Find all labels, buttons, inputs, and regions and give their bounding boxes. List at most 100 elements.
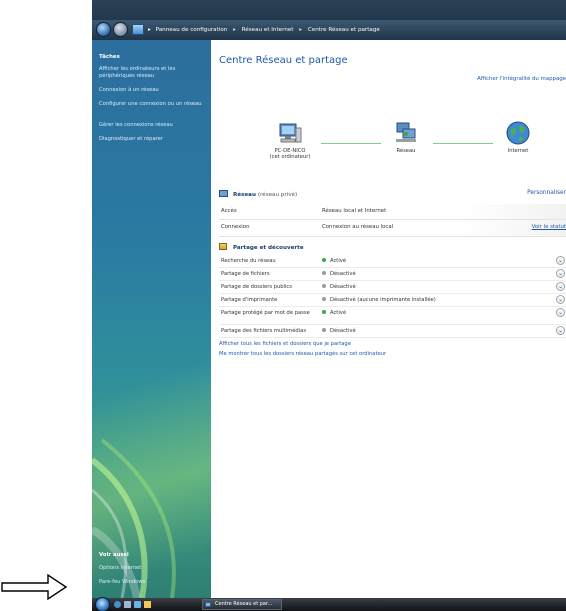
breadcrumb-item-control-panel[interactable]: Panneau de configuration <box>156 27 228 33</box>
sharing-row-status: Désactivé (aucune imprimante installée) <box>322 297 436 303</box>
sharing-row: Partage de fichiers Désactivé ⌄ <box>219 268 566 281</box>
sharing-row-status: Désactivé <box>322 328 356 334</box>
sidebar-tasks-title: Tâches <box>99 54 120 60</box>
sharing-row: Partage protégé par mot de passe Activé ⌄ <box>219 307 566 325</box>
ie-icon[interactable] <box>114 601 121 608</box>
expand-chevron-icon[interactable]: ⌄ <box>556 269 565 278</box>
sharing-row-value: Désactivé (aucune imprimante installée) <box>330 297 436 303</box>
sharing-section-header: Partage et découverte <box>219 243 304 251</box>
explorer-icon[interactable] <box>144 601 151 608</box>
sharing-row-status: Désactivé <box>322 284 356 290</box>
breadcrumb: ▸ Panneau de configuration ▸ Réseau et I… <box>148 20 380 40</box>
sharing-title: Partage et découverte <box>232 245 304 251</box>
status-on-icon <box>322 258 326 262</box>
breadcrumb-separator: ▸ <box>148 27 151 33</box>
sharing-row-value: Désactivé <box>330 271 356 277</box>
network-row-key: Connexion <box>221 224 250 230</box>
network-name: Réseau <box>232 192 256 198</box>
control-panel-window: ▸ Panneau de configuration ▸ Réseau et I… <box>92 0 566 611</box>
computer-icon <box>279 123 302 143</box>
sharing-row-status: Activé <box>322 258 346 264</box>
taskbar-item-network-center[interactable]: Centre Réseau et par... <box>202 599 282 610</box>
network-center-icon <box>205 602 211 607</box>
sidebar-item-view-computers[interactable]: Afficher les ordinateurs et les périphér… <box>99 66 205 80</box>
status-off-icon <box>322 271 326 275</box>
network-details: Accès Réseau local et Internet Connexion… <box>219 204 566 237</box>
forward-button[interactable] <box>113 22 128 37</box>
expand-chevron-icon[interactable]: ⌄ <box>556 295 565 304</box>
globe-icon <box>506 121 530 145</box>
sidebar-see-also-title: Voir aussi <box>99 552 129 558</box>
show-shared-folders-link[interactable]: Me montrer tous les dossiers réseau part… <box>219 351 386 357</box>
address-bar: ▸ Panneau de configuration ▸ Réseau et I… <box>92 20 566 40</box>
sharing-row-value: Activé <box>330 310 347 316</box>
map-node-network-label: Réseau <box>396 148 416 154</box>
sidebar-item-connect-network[interactable]: Connexion à un réseau <box>99 87 205 94</box>
sharing-row-label: Partage de fichiers <box>221 271 270 277</box>
status-off-icon <box>322 284 326 288</box>
show-shared-files-link[interactable]: Afficher tous les fichiers et dossiers q… <box>219 341 351 347</box>
status-on-icon <box>322 310 326 314</box>
map-link-line <box>321 143 381 144</box>
window-frame-top <box>92 0 566 20</box>
main-content: Centre Réseau et partage Afficher l'inté… <box>211 40 566 598</box>
sharing-row-value: Désactivé <box>330 328 356 334</box>
network-row-key: Accès <box>221 208 237 214</box>
taskbar-item-label: Centre Réseau et par... <box>215 601 273 607</box>
sharing-row: Partage d'imprimante Désactivé (aucune im… <box>219 294 566 307</box>
map-node-internet[interactable]: Internet <box>493 120 543 154</box>
network-section-header: Réseau (réseau privé) <box>219 190 297 198</box>
expand-chevron-icon[interactable]: ⌄ <box>556 308 565 317</box>
network-row-value: Connexion au réseau local <box>322 224 394 230</box>
sidebar-item-manage-connections[interactable]: Gérer les connexions réseau <box>99 122 205 129</box>
breadcrumb-item-network-center[interactable]: Centre Réseau et partage <box>308 27 380 33</box>
sharing-row-status: Activé <box>322 310 346 316</box>
breadcrumb-separator: ▸ <box>299 27 303 33</box>
sharing-row: Partage des fichiers multimédias Désactiv… <box>219 325 566 338</box>
sharing-row-value: Désactivé <box>330 284 356 290</box>
back-button[interactable] <box>96 22 111 37</box>
network-icon <box>219 190 228 197</box>
switch-windows-icon[interactable] <box>134 601 141 608</box>
breadcrumb-item-network-internet[interactable]: Réseau et Internet <box>242 27 294 33</box>
sidebar-item-setup-connection[interactable]: Configurer une connexion ou un réseau <box>99 101 205 108</box>
map-node-internet-label: Internet <box>507 148 529 154</box>
expand-chevron-icon[interactable]: ⌄ <box>556 326 565 335</box>
sidebar-item-firewall[interactable]: Pare-feu Windows <box>99 579 205 586</box>
sharing-row-value: Activé <box>330 258 347 264</box>
page-title: Centre Réseau et partage <box>219 55 348 66</box>
sharing-row: Recherche du réseau Activé ⌄ <box>219 255 566 268</box>
full-map-link[interactable]: Afficher l'intégralité du mappage <box>477 76 566 82</box>
sharing-row-label: Partage d'imprimante <box>221 297 278 303</box>
breadcrumb-separator: ▸ <box>233 27 236 33</box>
customize-link[interactable]: Personnaliser <box>527 190 566 196</box>
status-off-icon <box>322 297 326 301</box>
start-button[interactable] <box>95 597 110 611</box>
network-type: (réseau privé) <box>257 192 298 198</box>
network-row-access: Accès Réseau local et Internet <box>219 204 566 218</box>
status-off-icon <box>322 328 326 332</box>
network-row-value: Réseau local et Internet <box>322 208 387 214</box>
expand-chevron-icon[interactable]: ⌄ <box>556 282 565 291</box>
pointer-arrow-icon <box>1 573 68 601</box>
map-node-computer-sublabel: (cet ordinateur) <box>269 154 311 160</box>
desktop-icon[interactable] <box>124 601 131 608</box>
map-link-line <box>433 143 493 144</box>
sharing-row-label: Recherche du réseau <box>221 258 276 264</box>
task-sidebar: Tâches Afficher les ordinateurs et les p… <box>92 40 211 598</box>
network-icon <box>396 122 416 142</box>
map-node-computer[interactable]: PC-DE-NICO (cet ordinateur) <box>259 120 321 160</box>
sharing-icon <box>219 243 227 250</box>
sharing-row-label: Partage protégé par mot de passe <box>221 310 310 316</box>
sharing-row: Partage de dossiers publics Désactivé ⌄ <box>219 281 566 294</box>
taskbar: Centre Réseau et par... <box>92 597 566 611</box>
sharing-row-status: Désactivé <box>322 271 356 277</box>
view-status-link[interactable]: Voir le statut <box>532 224 566 230</box>
expand-chevron-icon[interactable]: ⌄ <box>556 256 565 265</box>
control-panel-icon <box>132 24 144 35</box>
map-node-network[interactable]: Réseau <box>381 120 431 154</box>
network-row-connection: Connexion Connexion au réseau local Voir… <box>219 219 566 234</box>
sidebar-item-internet-options[interactable]: Options Internet <box>99 565 205 572</box>
sharing-row-label: Partage des fichiers multimédias <box>221 328 307 334</box>
sidebar-item-diagnose[interactable]: Diagnostiquer et réparer <box>99 136 205 143</box>
